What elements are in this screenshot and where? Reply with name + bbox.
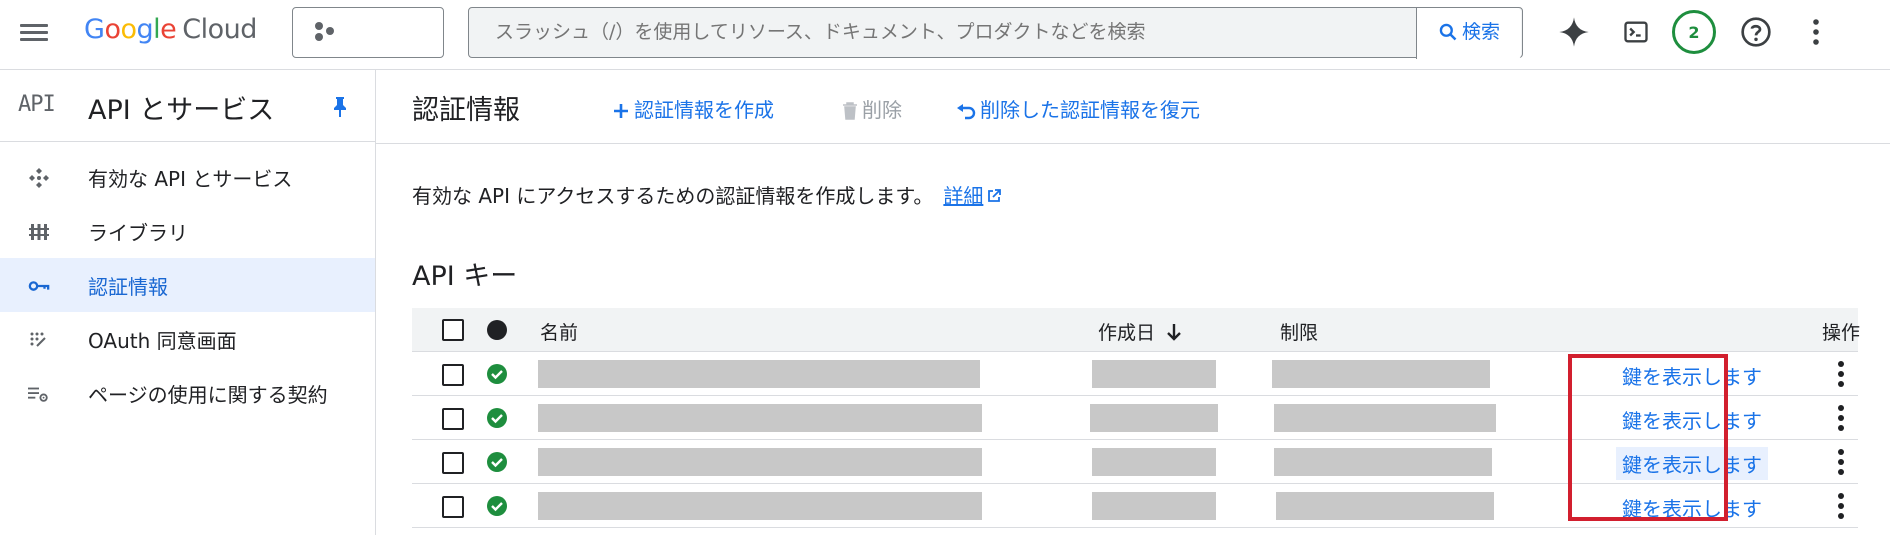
gemini-icon[interactable] xyxy=(1556,14,1592,50)
undo-icon xyxy=(957,104,976,120)
description-text: 有効な API にアクセスするための認証情報を作成します。 xyxy=(412,184,934,208)
oauth-icon xyxy=(28,329,50,351)
column-header-created[interactable]: 作成日 xyxy=(1098,318,1183,345)
sidebar-item-oauth-consent[interactable]: OAuth 同意画面 xyxy=(0,312,375,366)
sidebar-item-label: ページの使用に関する契約 xyxy=(88,383,328,407)
external-link-icon xyxy=(988,189,1002,202)
column-header-actions: 操作 xyxy=(1822,322,1861,344)
page-title: 認証情報 xyxy=(412,95,520,126)
trash-icon xyxy=(843,102,857,120)
google-cloud-logo[interactable]: Google Cloud xyxy=(84,14,257,45)
library-icon xyxy=(28,221,50,243)
sidebar-item-library[interactable]: ライブラリ xyxy=(0,204,375,258)
row-more-icon[interactable] xyxy=(1829,358,1853,390)
redacted-created-date xyxy=(1092,448,1216,476)
show-key-button[interactable]: 鍵を表示します xyxy=(1616,403,1768,436)
table-row: 鍵を表示します xyxy=(412,352,1858,396)
row-more-icon[interactable] xyxy=(1829,446,1853,478)
key-icon xyxy=(28,275,50,297)
search-button-label: 検索 xyxy=(1461,21,1500,43)
redacted-created-date xyxy=(1092,492,1216,520)
api-logo-icon: API xyxy=(18,92,56,117)
row-checkbox[interactable] xyxy=(442,364,464,386)
api-keys-section-title: API キー xyxy=(412,261,518,292)
column-header-name[interactable]: 名前 xyxy=(540,318,578,345)
redacted-name xyxy=(538,404,982,432)
sidebar-item-credentials[interactable]: 認証情報 xyxy=(0,258,375,312)
show-key-button[interactable]: 鍵を表示します xyxy=(1616,359,1768,392)
sidebar: API API とサービス 有効な API とサービス ライブラリ 認証情報 O… xyxy=(0,70,376,535)
restore-deleted-credentials-button[interactable]: 削除した認証情報を復元 xyxy=(956,94,1200,123)
sidebar-header: API API とサービス xyxy=(0,70,375,142)
help-icon[interactable] xyxy=(1738,14,1774,50)
row-checkbox[interactable] xyxy=(442,452,464,474)
redacted-restrictions xyxy=(1274,404,1496,432)
sidebar-title: API とサービス xyxy=(88,95,275,126)
table-header: 名前 作成日 制限 操作 xyxy=(412,308,1861,352)
sidebar-item-enabled-apis[interactable]: 有効な API とサービス xyxy=(0,150,375,204)
check-circle-icon xyxy=(487,496,507,516)
details-link-label: 詳細 xyxy=(943,184,984,208)
notifications-badge[interactable]: 2 xyxy=(1672,10,1716,54)
settings-list-icon xyxy=(28,383,50,405)
cloud-shell-icon[interactable] xyxy=(1618,14,1654,50)
row-checkbox[interactable] xyxy=(442,408,464,430)
search-icon xyxy=(1439,23,1457,41)
create-credentials-label: 認証情報を作成 xyxy=(634,98,774,122)
redacted-restrictions xyxy=(1274,448,1492,476)
sidebar-item-label: 認証情報 xyxy=(88,275,168,299)
redacted-created-date xyxy=(1092,360,1216,388)
select-all-checkbox[interactable] xyxy=(442,319,464,341)
status-column-icon xyxy=(487,320,507,340)
delete-button[interactable]: 削除 xyxy=(842,94,902,123)
project-icon xyxy=(315,22,337,44)
restore-label: 削除した認証情報を復元 xyxy=(980,98,1200,122)
page-header: 認証情報 認証情報を作成 削除 削除した認証情報を復元 xyxy=(376,70,1890,144)
project-picker[interactable] xyxy=(292,7,444,58)
more-vert-icon[interactable] xyxy=(1798,14,1834,50)
sidebar-item-page-usage-agreements[interactable]: ページの使用に関する契約 xyxy=(0,366,375,420)
show-key-button[interactable]: 鍵を表示します xyxy=(1616,447,1768,480)
check-circle-icon xyxy=(487,364,507,384)
main-menu-icon[interactable] xyxy=(20,20,48,48)
api-diamond-icon xyxy=(28,167,50,189)
create-credentials-button[interactable]: 認証情報を作成 xyxy=(612,94,774,123)
row-more-icon[interactable] xyxy=(1829,402,1853,434)
table-row: 鍵を表示します xyxy=(412,440,1858,484)
search-button[interactable]: 検索 xyxy=(1416,8,1521,59)
row-more-icon[interactable] xyxy=(1829,490,1853,522)
show-key-button[interactable]: 鍵を表示します xyxy=(1616,491,1768,524)
table-row: 鍵を表示します xyxy=(412,484,1858,528)
redacted-name xyxy=(538,448,982,476)
sidebar-item-label: ライブラリ xyxy=(88,221,188,245)
redacted-restrictions xyxy=(1272,360,1490,388)
check-circle-icon xyxy=(487,452,507,472)
table-row: 鍵を表示します xyxy=(412,396,1858,440)
main-content: 認証情報 認証情報を作成 削除 削除した認証情報を復元 有効な API にアクセ… xyxy=(376,70,1890,535)
sidebar-item-label: 有効な API とサービス xyxy=(88,167,293,191)
delete-label: 削除 xyxy=(862,98,902,122)
redacted-restrictions xyxy=(1276,492,1494,520)
arrow-down-icon xyxy=(1167,324,1181,341)
search-bar xyxy=(468,7,1645,58)
sidebar-item-label: OAuth 同意画面 xyxy=(88,329,237,353)
redacted-created-date xyxy=(1090,404,1218,432)
pin-icon[interactable] xyxy=(330,96,350,122)
top-bar: GoogleCloud 検索 2 xyxy=(0,0,1890,70)
redacted-name xyxy=(538,360,980,388)
column-header-created-label: 作成日 xyxy=(1098,322,1156,344)
details-link[interactable]: 詳細 xyxy=(943,184,1002,208)
column-header-restrictions: 制限 xyxy=(1280,322,1319,344)
check-circle-icon xyxy=(487,408,507,428)
page-description: 有効な API にアクセスするための認証情報を作成します。 詳細 xyxy=(412,180,1002,209)
add-icon xyxy=(614,104,628,118)
redacted-name xyxy=(538,492,982,520)
row-checkbox[interactable] xyxy=(442,496,464,518)
